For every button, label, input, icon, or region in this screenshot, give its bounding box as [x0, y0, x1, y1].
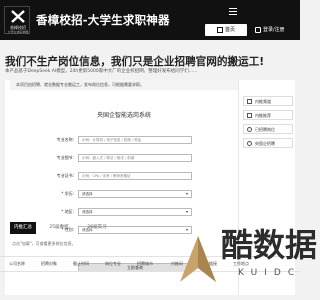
- tab-referral-summary[interactable]: 内推汇总: [10, 222, 36, 234]
- field-label: * 地区:: [61, 209, 74, 214]
- logo-sub: 大学生求职神器: [7, 30, 29, 34]
- building-icon: [247, 141, 252, 146]
- watermark-logo-icon: [180, 236, 216, 282]
- field-label: 专业证书:: [56, 173, 74, 178]
- logo-mark-icon: [11, 10, 25, 23]
- watermark-sub: KUIDC: [238, 268, 302, 278]
- region-select[interactable]: 请选择: [78, 208, 192, 216]
- field-label: * 学历:: [61, 191, 74, 196]
- tips-text: 点击"加载"，可查看更多岗位信息。: [12, 241, 76, 246]
- form-row-cert: 专业证书: 示例：CPA / 法考 / 教师资格证: [10, 172, 238, 180]
- detail-input[interactable]: 示例：嵌入式 / 算法 / 测试 / 前端: [78, 154, 192, 162]
- nav-login-label: 登录/注册: [263, 27, 285, 33]
- field-label: 专业名称:: [56, 137, 74, 142]
- chevron-down-icon: [186, 193, 188, 195]
- tab-intern-2026[interactable]: 26届实习: [82, 222, 112, 234]
- watermark: 酷数据 KUIDC: [176, 220, 317, 300]
- star-icon: [247, 113, 252, 118]
- side-item-label: 内推频道: [255, 99, 271, 104]
- form-row-region: * 地区: 请选择: [10, 208, 238, 216]
- field-label: 专业细节:: [56, 155, 74, 160]
- hero-headline: 我们不生产岗位信息，我们只是企业招聘官网的搬运工!: [5, 56, 265, 68]
- link-icon: [247, 99, 252, 104]
- side-item-label: 央国企招聘: [255, 141, 275, 146]
- table-col-header: 截止时间: [73, 261, 89, 266]
- hero-subline: 本产品基于DeepSeek AI模型，24h更新5000家中大厂的企业校招网，整…: [5, 69, 198, 74]
- side-item-referral-channel[interactable]: 内推频道: [243, 96, 293, 106]
- cert-input[interactable]: 示例：CPA / 法考 / 教师资格证: [78, 172, 192, 180]
- table-col-header: 公司名称: [9, 261, 25, 266]
- site-header: 香樟校招 大学生求职神器 香樟校招-大学生求职神器 首页 登录/注册: [0, 0, 300, 40]
- notice-bar: 本项目由招聘、就业数据专业搬运工，发布岗位信息，可根据需要求职。: [10, 80, 238, 90]
- side-item-label: 已招聘岗位: [255, 127, 275, 132]
- table-col-header: 招聘对象: [41, 261, 57, 266]
- nav-login[interactable]: 登录/注册: [255, 24, 285, 36]
- clock-icon: [247, 127, 252, 132]
- watermark-text: 酷数据: [221, 226, 318, 264]
- table-col-header: 岗位专业: [105, 261, 121, 266]
- side-item-referral-recommend[interactable]: 内推推荐: [243, 110, 293, 120]
- form-title: 央国企智能选岗系统: [96, 112, 151, 119]
- form-row-major: 专业名称: 示例：计算机 / 电子信息 / 机械 / 财会: [10, 136, 238, 144]
- site-logo[interactable]: 香樟校招 大学生求职神器: [4, 6, 30, 34]
- menu-icon[interactable]: [229, 8, 237, 16]
- chevron-down-icon: [186, 211, 188, 213]
- home-icon: [216, 27, 223, 33]
- nav-home-label: 首页: [224, 27, 235, 33]
- user-icon: [255, 27, 261, 33]
- major-input[interactable]: 示例：计算机 / 电子信息 / 机械 / 财会: [78, 136, 192, 144]
- form-row-degree: * 学历: 请选择: [10, 190, 238, 198]
- side-item-label: 内推推荐: [255, 113, 271, 118]
- table-col-header: 招聘城市: [137, 261, 153, 266]
- select-value: 请选择: [82, 192, 93, 196]
- side-item-hired-jobs[interactable]: 已招聘岗位: [243, 124, 293, 134]
- site-title: 香樟校招-大学生求职神器: [36, 13, 170, 27]
- nav-home[interactable]: 首页: [205, 24, 247, 36]
- side-item-soe-jobs[interactable]: 央国企招聘: [243, 138, 293, 148]
- degree-select[interactable]: 请选择: [78, 190, 192, 198]
- tab-spring-2025[interactable]: 25届春招: [44, 222, 74, 234]
- select-value: 请选择: [82, 210, 93, 214]
- form-row-detail: 专业细节: 示例：嵌入式 / 算法 / 测试 / 前端: [10, 154, 238, 162]
